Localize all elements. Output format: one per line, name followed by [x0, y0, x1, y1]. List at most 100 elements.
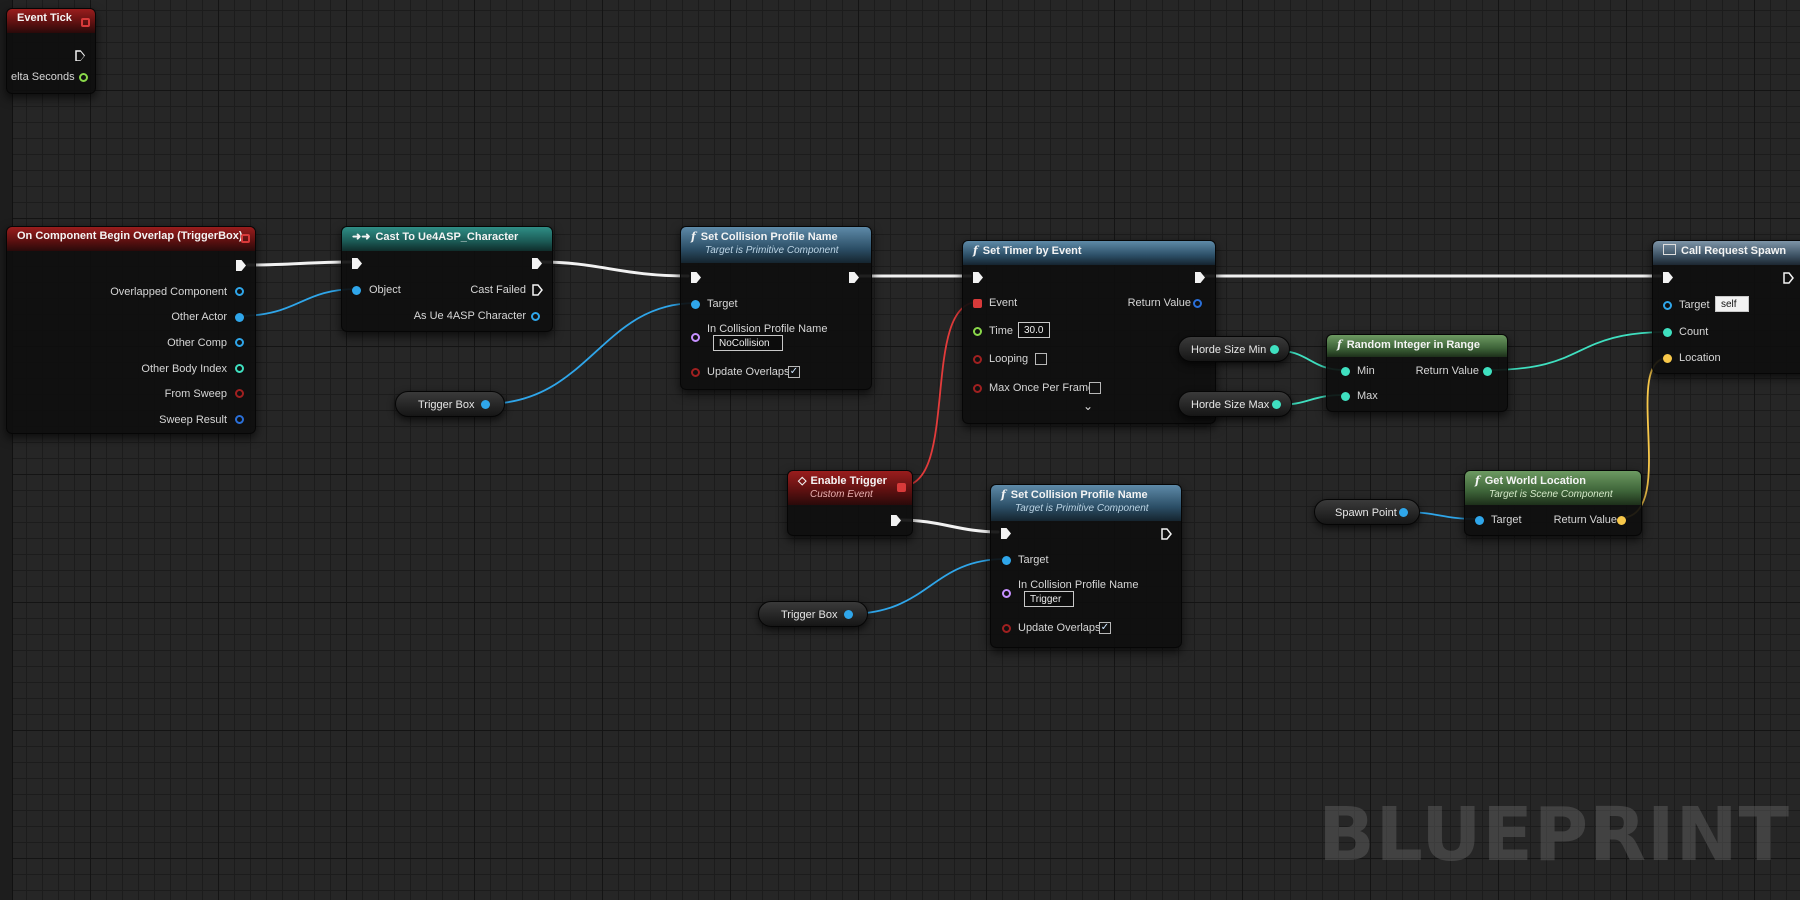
set-collision-2-target-pin[interactable] — [1002, 556, 1011, 565]
trigger-box-var-2[interactable]: Trigger Box — [758, 601, 868, 627]
cast-failed-exec[interactable] — [532, 284, 543, 296]
other-actor-pin[interactable] — [235, 313, 244, 322]
call-request-spawn-node[interactable]: Call Request Spawn Target self Count Loc… — [1652, 240, 1800, 374]
set-collision-1-exec-in[interactable] — [691, 272, 701, 283]
enable-trigger-delegate-pin[interactable] — [897, 483, 906, 492]
set-collision-node-2[interactable]: f Set Collision Profile Name Target is Pr… — [990, 484, 1182, 648]
cast-exec-in[interactable] — [352, 258, 362, 269]
trigger-box-2-pin[interactable] — [844, 610, 853, 619]
event-tick-node[interactable]: Event Tick elta Seconds — [6, 8, 96, 94]
spawn-point-label: Spawn Point — [1335, 507, 1397, 519]
overlap-exec-out[interactable] — [236, 260, 246, 271]
random-max-pin[interactable] — [1341, 392, 1350, 401]
overlapped-component-pin[interactable] — [235, 287, 244, 296]
delta-seconds-pin[interactable] — [79, 73, 88, 82]
cast-node[interactable]: ➜➜ Cast To Ue4ASP_Character Object Cast F… — [341, 226, 553, 332]
pin-random-return: Return Value — [1415, 365, 1479, 377]
call-request-count-pin[interactable] — [1663, 328, 1672, 337]
cast-glyph: ➜➜ — [352, 231, 371, 243]
spawn-point-pin[interactable] — [1399, 508, 1408, 517]
set-collision-2-exec-out[interactable] — [1161, 528, 1172, 540]
enable-trigger-node[interactable]: ◇ Enable Trigger Custom Event — [787, 470, 913, 536]
set-collision-2-profile-pin[interactable] — [1002, 589, 1011, 598]
set-timer-node[interactable]: f Set Timer by Event Event Return Value T… — [962, 240, 1216, 424]
set-timer-time-pin[interactable] — [973, 327, 982, 336]
set-timer-return-pin[interactable] — [1193, 299, 1202, 308]
pin-overlapped-component: Overlapped Component — [110, 286, 227, 298]
set-collision-2-exec-in[interactable] — [1001, 528, 1011, 539]
random-return-pin[interactable] — [1483, 367, 1492, 376]
set-collision-1-update-pin[interactable] — [691, 368, 700, 377]
event-tick-exec-out[interactable] — [75, 50, 85, 61]
set-timer-max-once-pin[interactable] — [973, 384, 982, 393]
other-comp-pin[interactable] — [235, 338, 244, 347]
cast-exec-out[interactable] — [532, 258, 542, 269]
pin-event: Event — [989, 297, 1018, 309]
pin-cast-failed: Cast Failed — [470, 284, 526, 296]
wires-layer — [237, 260, 1669, 615]
pin-other-actor: Other Actor — [171, 311, 227, 323]
call-request-exec-out[interactable] — [1783, 272, 1794, 284]
overlap-event-node[interactable]: On Component Begin Overlap (TriggerBox) … — [6, 226, 256, 434]
trigger-box-2-label: Trigger Box — [781, 609, 838, 621]
random-min-pin[interactable] — [1341, 367, 1350, 376]
enable-trigger-exec-out[interactable] — [891, 515, 901, 526]
set-timer-event-pin[interactable] — [973, 299, 982, 308]
random-integer-node[interactable]: f Random Integer in Range Min Return Valu… — [1326, 334, 1508, 412]
pin-profile-name: In Collision Profile Name — [707, 323, 828, 335]
horde-size-min-pin[interactable] — [1270, 345, 1279, 354]
as-character-pin[interactable] — [531, 312, 540, 321]
set-collision-node-1[interactable]: f Set Collision Profile Name Target is Pr… — [680, 226, 872, 390]
call-request-exec-in[interactable] — [1663, 272, 1673, 283]
set-timer-exec-out[interactable] — [1195, 272, 1205, 283]
call-target-input[interactable]: self — [1715, 296, 1749, 312]
pin-call-target: Target — [1679, 299, 1710, 311]
profile-name-input-2[interactable]: Trigger — [1024, 591, 1074, 607]
call-request-location-pin[interactable] — [1663, 354, 1672, 363]
enable-trigger-title: Enable Trigger — [810, 475, 887, 487]
enable-trigger-subtitle: Custom Event — [810, 489, 873, 500]
trigger-box-1-label: Trigger Box — [418, 399, 475, 411]
pin-from-sweep: From Sweep — [164, 388, 227, 400]
set-collision-1-target-pin[interactable] — [691, 300, 700, 309]
cast-object-pin[interactable] — [352, 286, 361, 295]
looping-checkbox[interactable] — [1035, 353, 1047, 365]
spawn-point-var[interactable]: Spawn Point — [1314, 499, 1420, 525]
horde-size-max-pin[interactable] — [1272, 400, 1281, 409]
update-overlaps-checkbox[interactable]: ✓ — [788, 366, 800, 378]
pin-profile-name-2: In Collision Profile Name — [1018, 579, 1139, 591]
get-world-return-pin[interactable] — [1617, 516, 1626, 525]
update-overlaps-checkbox-2[interactable]: ✓ — [1099, 622, 1111, 634]
trigger-box-1-pin[interactable] — [481, 400, 490, 409]
set-collision-1-exec-out[interactable] — [849, 272, 859, 283]
time-input[interactable]: 30.0 — [1018, 322, 1050, 338]
horde-size-min-var[interactable]: Horde Size Min — [1178, 336, 1290, 362]
overlap-delegate-pin[interactable] — [241, 234, 250, 243]
set-collision-2-update-pin[interactable] — [1002, 624, 1011, 633]
horde-size-max-var[interactable]: Horde Size Max — [1178, 391, 1292, 417]
pin-min: Min — [1357, 365, 1375, 377]
pin-target-2: Target — [1018, 554, 1049, 566]
sweep-result-pin[interactable] — [235, 415, 244, 424]
call-request-target-pin[interactable] — [1663, 301, 1672, 310]
pin-max: Max — [1357, 390, 1378, 402]
event-tick-delegate-pin[interactable] — [81, 18, 90, 27]
pin-location: Location — [1679, 352, 1721, 364]
pin-update-overlaps-2: Update Overlaps — [1018, 622, 1101, 634]
set-collision-2-subtitle: Target is Primitive Component — [1015, 503, 1149, 514]
pin-delta-seconds: elta Seconds — [11, 71, 75, 83]
from-sweep-pin[interactable] — [235, 389, 244, 398]
pin-target: Target — [707, 298, 738, 310]
set-collision-1-profile-pin[interactable] — [691, 333, 700, 342]
profile-name-input[interactable]: NoCollision — [713, 335, 783, 351]
expand-chevron-icon[interactable]: ⌄ — [1083, 399, 1093, 413]
other-body-index-pin[interactable] — [235, 364, 244, 373]
get-world-location-node[interactable]: f Get World Location Target is Scene Comp… — [1464, 470, 1642, 536]
trigger-box-var-1[interactable]: Trigger Box — [395, 391, 505, 417]
set-timer-exec-in[interactable] — [973, 272, 983, 283]
pin-as-character: As Ue 4ASP Character — [413, 310, 526, 322]
get-world-target-pin[interactable] — [1475, 516, 1484, 525]
set-timer-looping-pin[interactable] — [973, 355, 982, 364]
max-once-checkbox[interactable] — [1089, 382, 1101, 394]
function-icon: f — [1001, 488, 1006, 501]
